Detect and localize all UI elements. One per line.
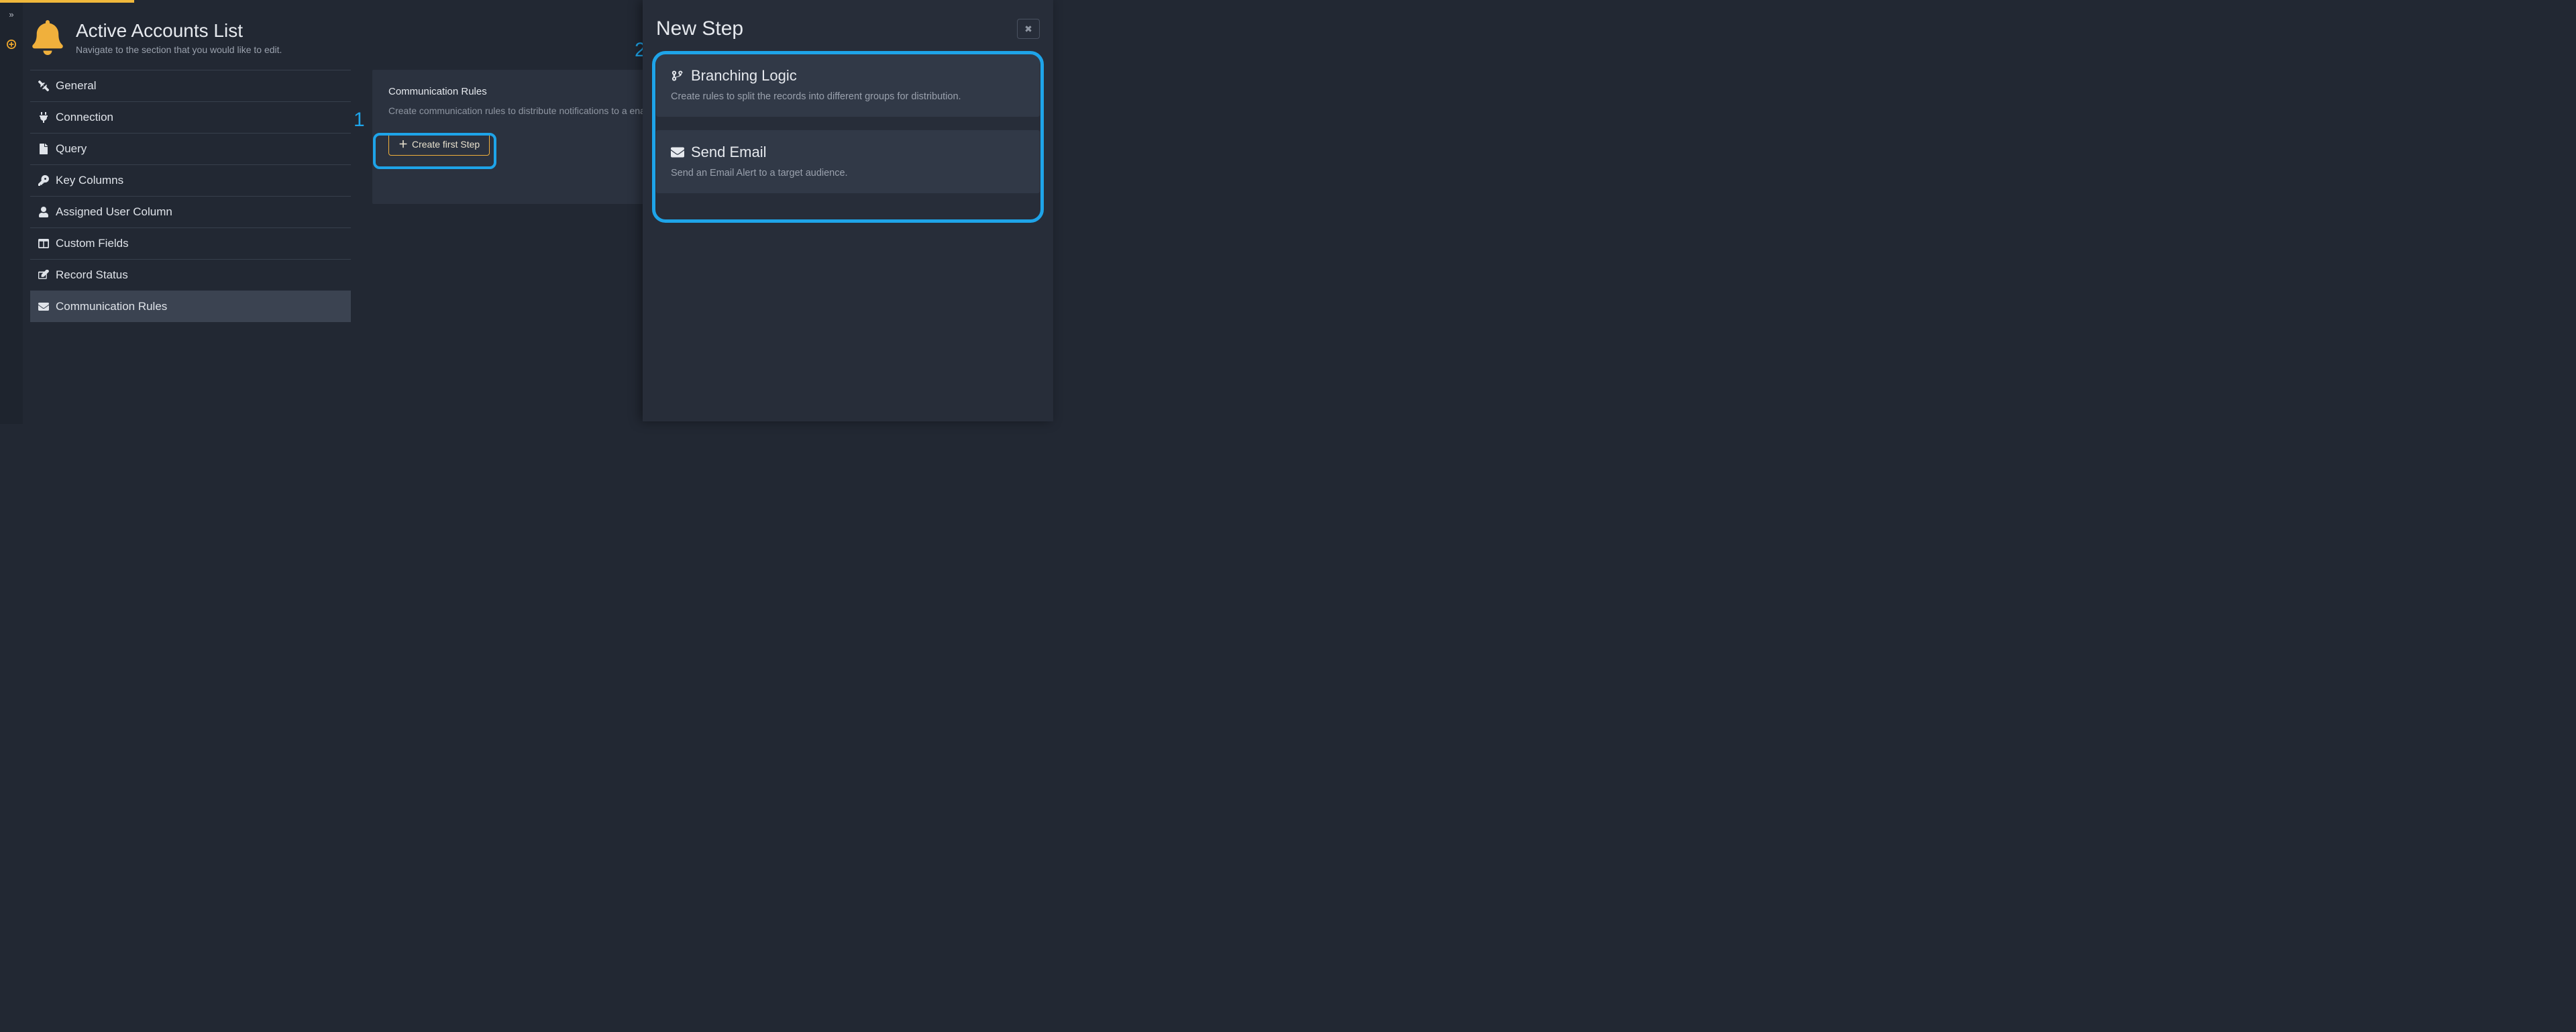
nav-item-communication-rules[interactable]: Communication Rules xyxy=(30,291,351,322)
modal-title: New Step xyxy=(656,17,743,40)
close-button[interactable]: ✖ xyxy=(1017,19,1040,39)
page-subtitle: Navigate to the section that you would l… xyxy=(76,44,282,55)
user-icon xyxy=(38,207,49,217)
nav-item-label: Assigned User Column xyxy=(56,205,172,219)
left-rail: » xyxy=(0,3,23,424)
modal-header: New Step ✖ xyxy=(643,0,1053,54)
expand-rail-button[interactable]: » xyxy=(0,9,23,19)
option-description: Send an Email Alert to a target audience… xyxy=(671,168,1025,178)
new-step-modal: New Step ✖ Branching Logic Create rules … xyxy=(643,0,1053,421)
plus-icon: ＋ xyxy=(398,138,408,151)
edit-icon xyxy=(38,270,49,280)
nav-item-label: Communication Rules xyxy=(56,300,167,313)
option-title: Send Email xyxy=(691,144,767,161)
envelope-icon xyxy=(671,146,684,159)
branch-icon xyxy=(671,69,684,83)
plug-icon xyxy=(38,112,49,123)
envelope-icon xyxy=(38,301,49,312)
nav-item-general[interactable]: General xyxy=(30,70,351,101)
wrench-icon xyxy=(38,81,49,91)
nav-item-key-columns[interactable]: Key Columns xyxy=(30,164,351,196)
nav-item-assigned-user[interactable]: Assigned User Column xyxy=(30,196,351,227)
nav-item-connection[interactable]: Connection xyxy=(30,101,351,133)
nav-item-custom-fields[interactable]: Custom Fields xyxy=(30,227,351,259)
option-description: Create rules to split the records into d… xyxy=(671,91,1025,102)
page-title: Active Accounts List xyxy=(76,20,282,42)
add-button[interactable] xyxy=(0,40,23,52)
nav-item-query[interactable]: Query xyxy=(30,133,351,164)
nav-item-record-status[interactable]: Record Status xyxy=(30,259,351,291)
option-branching-logic[interactable]: Branching Logic Create rules to split th… xyxy=(656,54,1040,117)
create-first-step-button[interactable]: ＋ Create first Step xyxy=(388,133,490,156)
columns-icon xyxy=(38,238,49,249)
option-send-email[interactable]: Send Email Send an Email Alert to a targ… xyxy=(656,130,1040,193)
nav-item-label: Custom Fields xyxy=(56,237,129,250)
nav-item-label: Query xyxy=(56,142,87,156)
annotation-number-1: 1 xyxy=(354,109,365,132)
app-root: » Active Accounts List Navigate to the s… xyxy=(0,0,1053,421)
key-icon xyxy=(38,175,49,186)
nav-item-label: Key Columns xyxy=(56,174,123,187)
section-nav: General Connection Query Key Columns Ass… xyxy=(30,70,351,322)
create-button-label: Create first Step xyxy=(412,139,480,150)
file-icon xyxy=(38,144,49,154)
nav-item-label: General xyxy=(56,79,96,93)
bell-icon xyxy=(30,20,65,55)
close-icon: ✖ xyxy=(1024,23,1032,34)
nav-item-label: Record Status xyxy=(56,268,128,282)
step-options: Branching Logic Create rules to split th… xyxy=(643,54,1053,207)
nav-item-label: Connection xyxy=(56,111,113,124)
plus-circle-icon xyxy=(7,40,16,49)
option-title: Branching Logic xyxy=(691,67,797,85)
